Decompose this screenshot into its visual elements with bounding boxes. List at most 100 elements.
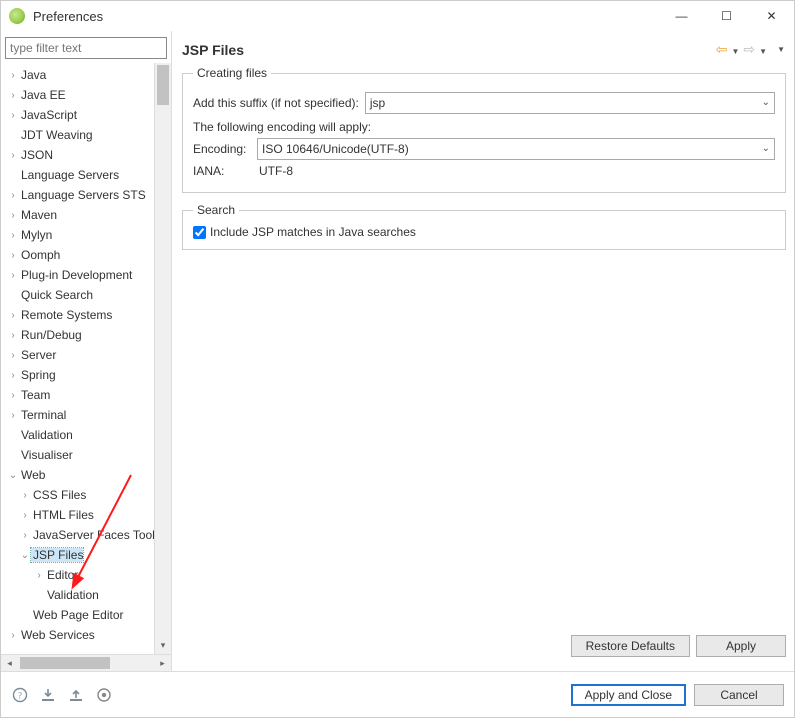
tree-expand-closed-icon[interactable]: › (33, 570, 45, 581)
tree-item-label: Team (19, 388, 50, 402)
tree-item-label: Java (19, 68, 46, 82)
tree-expand-closed-icon[interactable]: › (7, 150, 19, 161)
tree-item[interactable]: ⌄JSP Files (1, 545, 171, 565)
tree-item[interactable]: ›Spring (1, 365, 171, 385)
dropdown-caret-icon: ⌄ (762, 97, 770, 108)
tree-item-label: Web Page Editor (31, 608, 124, 622)
tree-horizontal-scrollbar[interactable]: ◂ ▸ (1, 654, 171, 671)
tree-item[interactable]: ›Java (1, 65, 171, 85)
tree-expand-closed-icon[interactable]: › (7, 630, 19, 641)
tree-item[interactable]: Visualiser (1, 445, 171, 465)
close-button[interactable]: ✕ (749, 1, 794, 31)
tree-expand-closed-icon[interactable]: › (7, 210, 19, 221)
tree-item[interactable]: Quick Search (1, 285, 171, 305)
tree-item[interactable]: ›Maven (1, 205, 171, 225)
apply-button[interactable]: Apply (696, 635, 786, 657)
tree-expand-closed-icon[interactable]: › (7, 330, 19, 341)
tree-expand-closed-icon[interactable]: › (7, 350, 19, 361)
tree-item-label: JSP Files (31, 548, 83, 562)
page-menu-icon[interactable]: ▼ (776, 45, 786, 54)
tree-item[interactable]: ›Web Services (1, 625, 171, 645)
tree-item[interactable]: ›JavaScript (1, 105, 171, 125)
nav-forward-dropdown-icon[interactable]: ▼ (758, 43, 768, 56)
tree-item[interactable]: ›Terminal (1, 405, 171, 425)
encoding-hint: The following encoding will apply: (193, 120, 775, 134)
tree-expand-closed-icon[interactable]: › (7, 250, 19, 261)
tree-item-label: Plug-in Development (19, 268, 132, 282)
tree-expand-closed-icon[interactable]: › (7, 90, 19, 101)
tree-item[interactable]: ›Plug-in Development (1, 265, 171, 285)
tree-item[interactable]: Language Servers (1, 165, 171, 185)
scroll-down-icon[interactable]: ▾ (155, 637, 171, 654)
tree-expand-closed-icon[interactable]: › (7, 110, 19, 121)
tree-item-label: JSON (19, 148, 53, 162)
tree-item-label: Oomph (19, 248, 60, 262)
nav-back-dropdown-icon[interactable]: ▼ (731, 43, 741, 56)
export-prefs-icon[interactable] (67, 686, 85, 704)
tree-item[interactable]: ›Team (1, 385, 171, 405)
preferences-tree[interactable]: ›Java›Java EE›JavaScriptJDT Weaving›JSON… (1, 63, 171, 671)
tree-expand-closed-icon[interactable]: › (7, 70, 19, 81)
import-prefs-icon[interactable] (39, 686, 57, 704)
creating-files-group: Creating files Add this suffix (if not s… (182, 66, 786, 193)
tree-item-label: Java EE (19, 88, 66, 102)
help-icon[interactable]: ? (11, 686, 29, 704)
scroll-left-icon[interactable]: ◂ (1, 658, 18, 669)
nav-back-icon[interactable]: ⇦ (715, 41, 729, 58)
restore-defaults-button[interactable]: Restore Defaults (571, 635, 690, 657)
tree-item[interactable]: ›Mylyn (1, 225, 171, 245)
apply-and-close-button[interactable]: Apply and Close (571, 684, 686, 706)
tree-vertical-scrollbar[interactable]: ▴ ▾ (154, 63, 171, 654)
tree-item[interactable]: ›CSS Files (1, 485, 171, 505)
tree-item-label: Web (19, 468, 45, 482)
maximize-button[interactable]: ☐ (704, 1, 749, 31)
tree-expand-closed-icon[interactable]: › (19, 510, 31, 521)
preference-page: JSP Files ⇦ ▼ ⇨ ▼ ▼ Creating files Add t… (171, 31, 794, 671)
tree-expand-closed-icon[interactable]: › (7, 270, 19, 281)
tree-expand-open-icon[interactable]: ⌄ (7, 470, 19, 481)
tree-item[interactable]: Validation (1, 585, 171, 605)
tree-item[interactable]: ›Java EE (1, 85, 171, 105)
tree-expand-closed-icon[interactable]: › (19, 530, 31, 541)
tree-item[interactable]: ›JSON (1, 145, 171, 165)
tree-expand-closed-icon[interactable]: › (7, 230, 19, 241)
tree-item[interactable]: ›Run/Debug (1, 325, 171, 345)
tree-item[interactable]: ›JavaServer Faces Tools (1, 525, 171, 545)
tree-expand-closed-icon[interactable]: › (7, 410, 19, 421)
tree-item[interactable]: ›HTML Files (1, 505, 171, 525)
scroll-right-icon[interactable]: ▸ (154, 658, 171, 669)
tree-item[interactable]: Web Page Editor (1, 605, 171, 625)
tree-item[interactable]: Validation (1, 425, 171, 445)
tree-item[interactable]: ›Remote Systems (1, 305, 171, 325)
tree-item-label: CSS Files (31, 488, 86, 502)
tree-item-label: Terminal (19, 408, 66, 422)
tree-expand-open-icon[interactable]: ⌄ (19, 550, 31, 561)
dropdown-caret-icon: ⌄ (762, 143, 770, 154)
tree-expand-closed-icon[interactable]: › (19, 490, 31, 501)
tree-scroll-thumb[interactable] (157, 65, 169, 105)
tree-hscroll-thumb[interactable] (20, 657, 110, 669)
tree-item[interactable]: ⌄Web (1, 465, 171, 485)
tree-item[interactable]: ›Server (1, 345, 171, 365)
tree-item[interactable]: JDT Weaving (1, 125, 171, 145)
iana-value: UTF-8 (257, 164, 293, 178)
nav-forward-icon[interactable]: ⇨ (742, 41, 756, 58)
cancel-button[interactable]: Cancel (694, 684, 784, 706)
search-legend: Search (193, 203, 239, 217)
suffix-label: Add this suffix (if not specified): (193, 96, 359, 110)
minimize-button[interactable]: — (659, 1, 704, 31)
tree-expand-closed-icon[interactable]: › (7, 190, 19, 201)
suffix-select[interactable]: jsp ⌄ (365, 92, 775, 114)
tree-expand-closed-icon[interactable]: › (7, 390, 19, 401)
tree-expand-closed-icon[interactable]: › (7, 310, 19, 321)
filter-input[interactable] (5, 37, 167, 59)
tree-item[interactable]: ›Oomph (1, 245, 171, 265)
encoding-select[interactable]: ISO 10646/Unicode(UTF-8) ⌄ (257, 138, 775, 160)
include-jsp-matches-checkbox[interactable] (193, 226, 206, 239)
dialog-footer: ? Apply and Close Cancel (1, 671, 794, 717)
tree-expand-closed-icon[interactable]: › (7, 370, 19, 381)
tree-item-label: Validation (19, 428, 73, 442)
oomph-record-icon[interactable] (95, 686, 113, 704)
tree-item[interactable]: ›Editor (1, 565, 171, 585)
tree-item[interactable]: ›Language Servers STS (1, 185, 171, 205)
